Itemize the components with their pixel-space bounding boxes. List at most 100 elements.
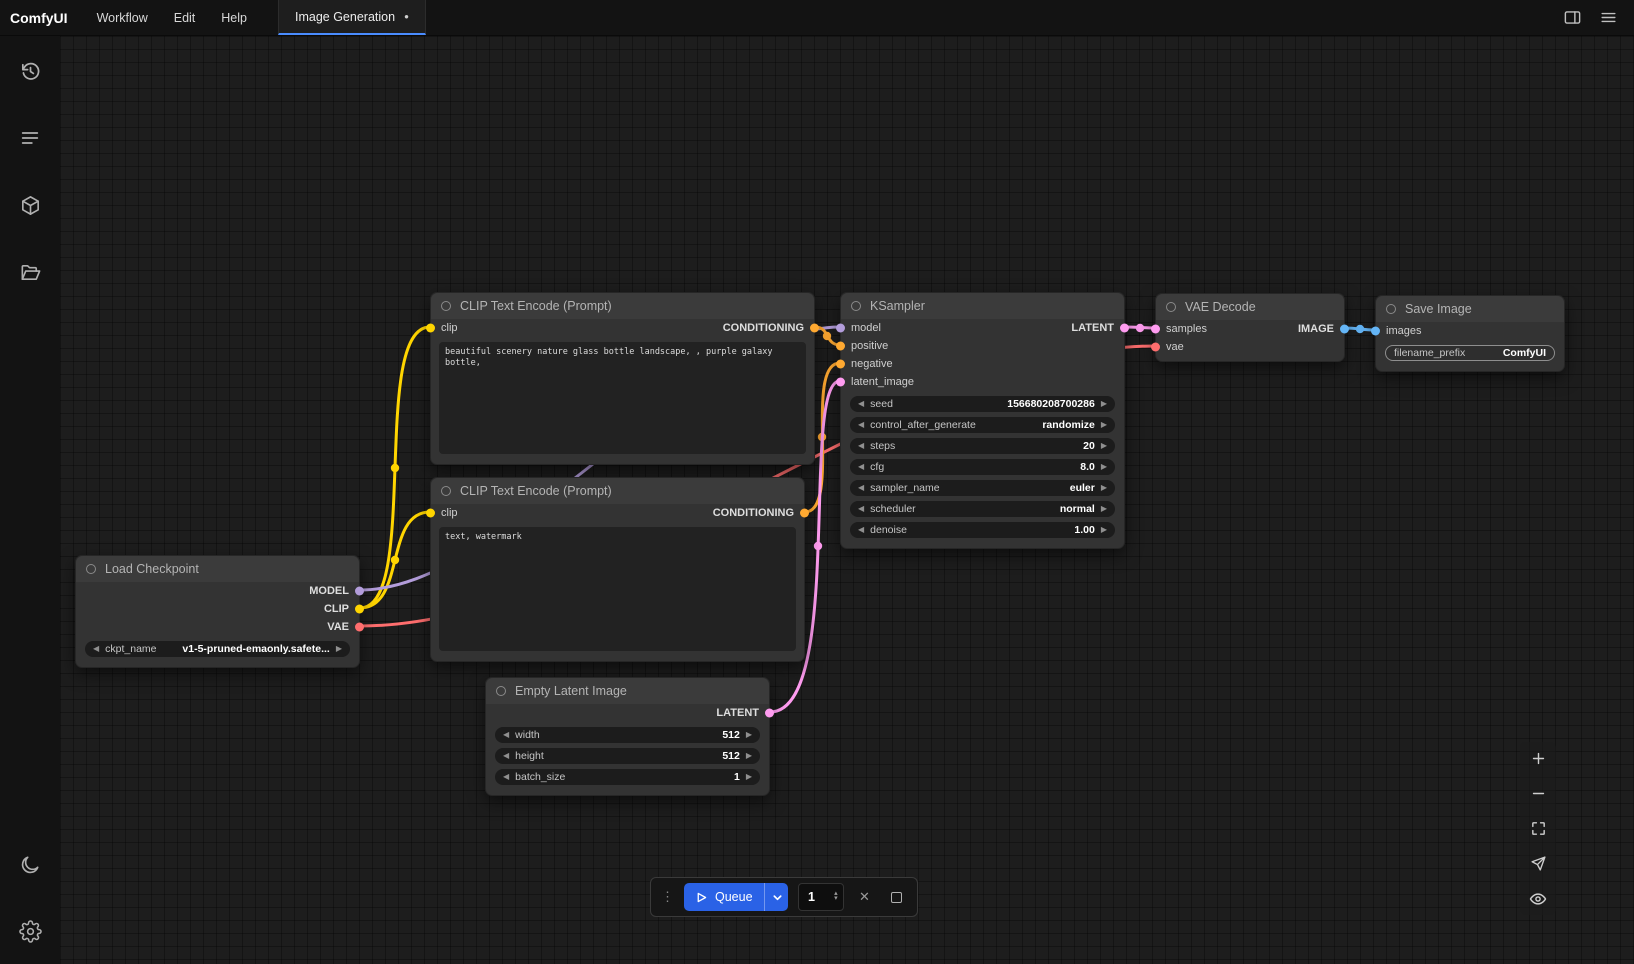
- select-mode-button[interactable]: [1520, 847, 1556, 880]
- node-header[interactable]: CLIP Text Encode (Prompt): [431, 478, 804, 504]
- clear-queue-button[interactable]: ✕: [854, 886, 876, 908]
- sidebar-item-model-library[interactable]: [15, 190, 45, 220]
- zoom-in-button[interactable]: [1520, 742, 1556, 775]
- collapse-dot-icon[interactable]: [86, 564, 96, 574]
- batch-count-input[interactable]: 1 ▴ ▾: [798, 883, 844, 911]
- port-latent-output[interactable]: [1120, 324, 1129, 333]
- node-header[interactable]: VAE Decode: [1156, 294, 1344, 320]
- port-clip-input[interactable]: [426, 509, 435, 518]
- node-header[interactable]: KSampler: [841, 293, 1124, 319]
- widget-batch-size[interactable]: ◀ batch_size 1 ▶: [495, 769, 760, 785]
- port-clip-input[interactable]: [426, 324, 435, 333]
- node-header[interactable]: Empty Latent Image: [486, 678, 769, 704]
- decrement-arrow-icon[interactable]: ◀: [503, 752, 509, 760]
- widget-seed[interactable]: ◀ seed 156680208700286 ▶: [850, 396, 1115, 412]
- widget-cfg[interactable]: ◀ cfg 8.0 ▶: [850, 459, 1115, 475]
- increment-arrow-icon[interactable]: ▶: [1101, 442, 1107, 450]
- sidebar-item-workflows[interactable]: [15, 257, 45, 287]
- port-image-output[interactable]: [1340, 325, 1349, 334]
- port-model-input[interactable]: [836, 324, 845, 333]
- collapse-dot-icon[interactable]: [1386, 304, 1396, 314]
- workflow-tabs: Image Generation ●: [278, 0, 426, 35]
- widget-steps[interactable]: ◀ steps 20 ▶: [850, 438, 1115, 454]
- decrement-arrow-icon[interactable]: ◀: [93, 645, 99, 653]
- menu-edit[interactable]: Edit: [161, 0, 209, 35]
- node-load-checkpoint-header[interactable]: Load Checkpoint: [76, 556, 359, 582]
- spinner-down-icon[interactable]: ▾: [834, 897, 838, 902]
- increment-arrow-icon[interactable]: ▶: [1101, 526, 1107, 534]
- collapse-dot-icon[interactable]: [441, 301, 451, 311]
- increment-arrow-icon[interactable]: ▶: [1101, 400, 1107, 408]
- toggle-panel-button[interactable]: [1558, 4, 1586, 32]
- collapse-dot-icon[interactable]: [496, 686, 506, 696]
- node-save-image[interactable]: Save Image images filename_prefix ComfyU…: [1375, 295, 1565, 372]
- port-negative-input[interactable]: [836, 360, 845, 369]
- port-images-input[interactable]: [1371, 327, 1380, 336]
- decrement-arrow-icon[interactable]: ◀: [858, 484, 864, 492]
- increment-arrow-icon[interactable]: ▶: [336, 645, 342, 653]
- collapse-dot-icon[interactable]: [441, 486, 451, 496]
- decrement-arrow-icon[interactable]: ◀: [858, 505, 864, 513]
- node-load-checkpoint[interactable]: Load Checkpoint MODEL CLIP VAE ◀ ckpt_na…: [75, 555, 360, 668]
- toggle-visibility-button[interactable]: [1520, 882, 1556, 915]
- widget-filename-prefix[interactable]: filename_prefix ComfyUI: [1385, 345, 1555, 361]
- increment-arrow-icon[interactable]: ▶: [1101, 505, 1107, 513]
- decrement-arrow-icon[interactable]: ◀: [858, 421, 864, 429]
- port-latent-image-input[interactable]: [836, 378, 845, 387]
- widget-control-after-generate[interactable]: ◀ control_after_generate randomize ▶: [850, 417, 1115, 433]
- port-vae-output[interactable]: [355, 623, 364, 632]
- widget-ckpt-name[interactable]: ◀ ckpt_name v1-5-pruned-emaonly.safete..…: [85, 641, 350, 657]
- menu-help[interactable]: Help: [208, 0, 260, 35]
- widget-denoise[interactable]: ◀ denoise 1.00 ▶: [850, 522, 1115, 538]
- port-samples-input[interactable]: [1151, 325, 1160, 334]
- port-latent-output[interactable]: [765, 709, 774, 718]
- widget-height[interactable]: ◀ height 512 ▶: [495, 748, 760, 764]
- zoom-out-button[interactable]: [1520, 777, 1556, 810]
- fit-view-button[interactable]: [1520, 812, 1556, 845]
- increment-arrow-icon[interactable]: ▶: [746, 752, 752, 760]
- node-clip-text-encode-negative[interactable]: CLIP Text Encode (Prompt) clip CONDITION…: [430, 477, 805, 662]
- queue-options-dropdown-button[interactable]: [764, 883, 789, 911]
- increment-arrow-icon[interactable]: ▶: [746, 731, 752, 739]
- decrement-arrow-icon[interactable]: ◀: [858, 463, 864, 471]
- port-conditioning-output[interactable]: [810, 324, 819, 333]
- widget-sampler-name[interactable]: ◀ sampler_name euler ▶: [850, 480, 1115, 496]
- collapse-dot-icon[interactable]: [851, 301, 861, 311]
- sidebar-item-queue-history[interactable]: [15, 56, 45, 86]
- node-header[interactable]: Save Image: [1376, 296, 1564, 322]
- widget-width[interactable]: ◀ width 512 ▶: [495, 727, 760, 743]
- widget-value: randomize: [1042, 419, 1095, 431]
- widget-scheduler[interactable]: ◀ scheduler normal ▶: [850, 501, 1115, 517]
- settings-button[interactable]: [15, 916, 45, 946]
- decrement-arrow-icon[interactable]: ◀: [858, 442, 864, 450]
- port-model-output[interactable]: [355, 587, 364, 596]
- theme-toggle-button[interactable]: [15, 850, 45, 880]
- tab-image-generation[interactable]: Image Generation ●: [278, 0, 426, 35]
- drag-handle-icon[interactable]: ⋮: [661, 889, 674, 905]
- port-vae-input[interactable]: [1151, 343, 1160, 352]
- port-clip-output[interactable]: [355, 605, 364, 614]
- decrement-arrow-icon[interactable]: ◀: [503, 731, 509, 739]
- sidebar-item-node-list[interactable]: [15, 123, 45, 153]
- node-ksampler[interactable]: KSampler model LATENT positive negative …: [840, 292, 1125, 549]
- node-clip-text-encode-positive[interactable]: CLIP Text Encode (Prompt) clip CONDITION…: [430, 292, 815, 465]
- collapse-dot-icon[interactable]: [1166, 302, 1176, 312]
- port-positive-input[interactable]: [836, 342, 845, 351]
- node-header[interactable]: CLIP Text Encode (Prompt): [431, 293, 814, 319]
- decrement-arrow-icon[interactable]: ◀: [503, 773, 509, 781]
- node-empty-latent-image[interactable]: Empty Latent Image LATENT ◀ width 512 ▶ …: [485, 677, 770, 796]
- increment-arrow-icon[interactable]: ▶: [1101, 463, 1107, 471]
- node-vae-decode[interactable]: VAE Decode samples IMAGE vae: [1155, 293, 1345, 362]
- queue-button[interactable]: Queue: [684, 883, 788, 911]
- decrement-arrow-icon[interactable]: ◀: [858, 526, 864, 534]
- increment-arrow-icon[interactable]: ▶: [1101, 484, 1107, 492]
- increment-arrow-icon[interactable]: ▶: [746, 773, 752, 781]
- decrement-arrow-icon[interactable]: ◀: [858, 400, 864, 408]
- port-conditioning-output[interactable]: [800, 509, 809, 518]
- menu-workflow[interactable]: Workflow: [84, 0, 161, 35]
- increment-arrow-icon[interactable]: ▶: [1101, 421, 1107, 429]
- stop-button[interactable]: [885, 886, 907, 908]
- positive-prompt-textarea[interactable]: beautiful scenery nature glass bottle la…: [439, 342, 806, 454]
- main-menu-button[interactable]: [1594, 4, 1622, 32]
- negative-prompt-textarea[interactable]: text, watermark: [439, 527, 796, 651]
